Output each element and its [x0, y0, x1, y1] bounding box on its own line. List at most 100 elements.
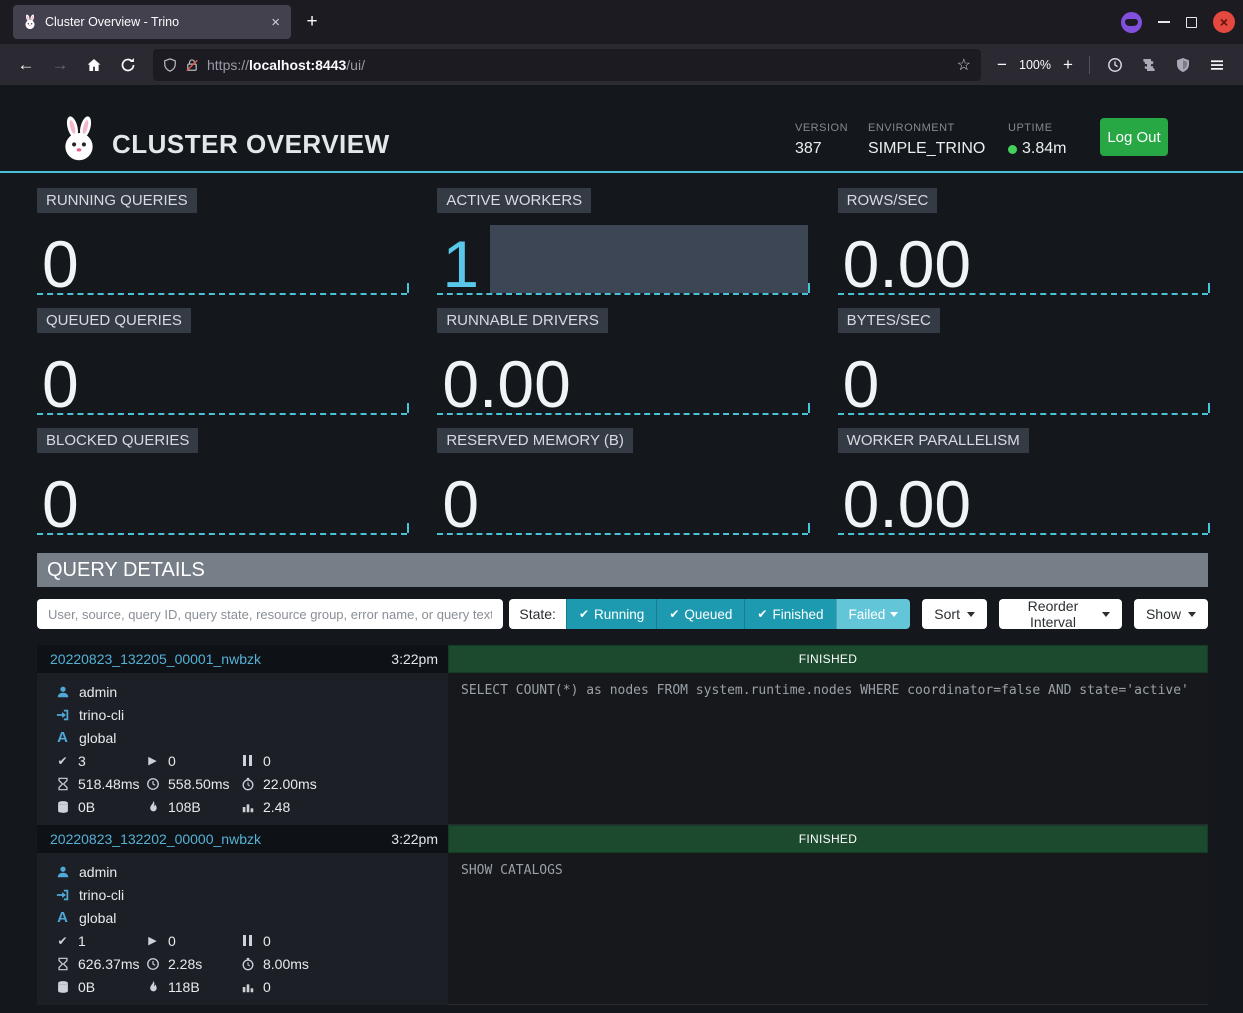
- query-status-bar: FINISHED: [448, 645, 1208, 673]
- query-id-link[interactable]: 20220823_132205_00001_nwbzk: [50, 651, 261, 667]
- query-times-row: 518.48ms 558.50ms: [55, 772, 448, 795]
- menu-hamburger-icon[interactable]: [1201, 50, 1233, 80]
- page-header: CLUSTER OVERVIEW VERSION 387 ENVIRONMENT…: [0, 85, 1243, 173]
- query-resource-group-row: A global: [55, 726, 448, 749]
- source-login-icon: [55, 707, 70, 722]
- url-bar[interactable]: https://localhost:8443/ui/ ☆: [153, 49, 981, 81]
- pause-icon: [243, 755, 252, 766]
- stat-panel-queued-queries: QUEUED QUERIES 0: [37, 308, 407, 415]
- minimize-icon[interactable]: [1158, 21, 1170, 23]
- tab-title: Cluster Overview - Trino: [45, 15, 262, 29]
- flame-icon: [145, 979, 160, 994]
- completed-splits: ✔ 1: [55, 933, 145, 949]
- chevron-down-icon: [967, 612, 975, 617]
- query-id-link[interactable]: 20220823_132202_00000_nwbzk: [50, 831, 261, 847]
- stat-value: 0: [42, 234, 79, 295]
- uptime-status-dot: [1008, 145, 1017, 154]
- pause-icon: [243, 935, 252, 946]
- cumulative-memory-value: 2.48: [263, 799, 290, 815]
- show-label: Show: [1146, 606, 1181, 622]
- running-splits-value: 0: [168, 753, 176, 769]
- wall-time-value: 2.28s: [168, 956, 202, 972]
- query-search-input[interactable]: [37, 599, 503, 629]
- uptime-value: 3.84m: [1022, 140, 1066, 158]
- queued-time-value: 518.48ms: [78, 776, 139, 792]
- stat-panel-rows-sec: ROWS/SEC 0.00: [838, 188, 1208, 295]
- reload-icon[interactable]: [112, 50, 144, 80]
- query-source-row: trino-cli: [55, 883, 448, 906]
- container-tab-icon[interactable]: [1121, 12, 1142, 33]
- filter-finished-button[interactable]: ✔ Finished: [744, 599, 835, 629]
- hourglass-icon: [55, 776, 70, 791]
- stopwatch-icon: [240, 776, 255, 791]
- stat-label: RUNNABLE DRIVERS: [437, 308, 608, 333]
- stat-value: 0: [442, 474, 479, 535]
- queued-splits-value: 0: [263, 933, 271, 949]
- query-toolbar: State: ✔ Running ✔ Queued ✔ Finished Fai…: [37, 599, 1208, 629]
- query-meta-column: admin trino-cli A global: [37, 853, 448, 1005]
- home-icon[interactable]: [78, 50, 110, 80]
- filter-finished-label: Finished: [772, 607, 823, 622]
- database-icon: [55, 979, 70, 994]
- cpu-time-value: 8.00ms: [263, 956, 309, 972]
- reorder-interval-dropdown[interactable]: Reorder Interval: [999, 599, 1122, 629]
- filter-queued-button[interactable]: ✔ Queued: [656, 599, 744, 629]
- stat-panel-worker-parallelism: WORKER PARALLELISM 0.00: [838, 428, 1208, 535]
- new-tab-button[interactable]: +: [297, 7, 327, 37]
- user-icon: [55, 684, 70, 699]
- sort-dropdown[interactable]: Sort: [922, 599, 987, 629]
- current-memory: 0B: [55, 979, 145, 995]
- stat-panel-running-queries: RUNNING QUERIES 0: [37, 188, 407, 295]
- completed-splits-value: 1: [78, 933, 86, 949]
- privacy-shield-icon[interactable]: [1167, 50, 1199, 80]
- grid-icon: [240, 979, 255, 994]
- query-splits-row: ✔ 3 ▶ 0 0: [55, 749, 448, 772]
- window-close-icon[interactable]: ×: [1213, 11, 1235, 33]
- query-user-row: admin: [55, 860, 448, 883]
- wall-time: 558.50ms: [145, 776, 240, 792]
- back-icon[interactable]: ←: [10, 50, 42, 80]
- zoom-out-icon[interactable]: −: [990, 50, 1014, 80]
- forward-icon[interactable]: →: [44, 50, 76, 80]
- history-clock-icon[interactable]: [1099, 50, 1131, 80]
- filter-running-button[interactable]: ✔ Running: [566, 599, 656, 629]
- bookmark-star-icon[interactable]: ☆: [957, 55, 971, 75]
- tab-close-icon[interactable]: ×: [269, 15, 282, 30]
- insecure-lock-icon[interactable]: [185, 58, 199, 72]
- stat-value: 0.00: [442, 354, 570, 415]
- toolbar-separator: [1089, 56, 1090, 74]
- extension-icon[interactable]: [1133, 50, 1165, 80]
- check-icon: ✔: [579, 607, 589, 621]
- stat-label: BLOCKED QUERIES: [37, 428, 198, 453]
- current-memory: 0B: [55, 799, 145, 815]
- restore-icon[interactable]: [1186, 17, 1197, 28]
- clock-icon: [145, 776, 160, 791]
- query-memory-row: 0B 108B: [55, 795, 448, 818]
- query-id-cell: 20220823_132202_00000_nwbzk 3:22pm: [37, 825, 448, 853]
- query-list: 20220823_132205_00001_nwbzk 3:22pm FINIS…: [37, 645, 1208, 1005]
- show-dropdown[interactable]: Show: [1134, 599, 1208, 629]
- tracking-shield-icon[interactable]: [163, 58, 177, 72]
- sparkline-chart: [437, 225, 807, 295]
- sparkline-chart: [37, 225, 407, 295]
- current-memory-value: 0B: [78, 799, 95, 815]
- filter-failed-dropdown[interactable]: Failed: [836, 599, 911, 629]
- running-splits: ▶ 0: [145, 933, 240, 949]
- query-time: 3:22pm: [391, 831, 438, 847]
- zoom-in-icon[interactable]: +: [1056, 50, 1080, 80]
- url-text[interactable]: https://localhost:8443/ui/: [207, 57, 949, 73]
- logout-button[interactable]: Log Out: [1100, 118, 1168, 156]
- stat-value: 0: [42, 474, 79, 535]
- zoom-level[interactable]: 100%: [1016, 58, 1054, 72]
- sort-label: Sort: [934, 606, 960, 622]
- query-header-row: 20220823_132205_00001_nwbzk 3:22pm FINIS…: [37, 645, 1208, 673]
- trino-cluster-overview-page: CLUSTER OVERVIEW VERSION 387 ENVIRONMENT…: [0, 85, 1243, 1013]
- browser-tab[interactable]: Cluster Overview - Trino ×: [13, 5, 291, 39]
- query-status-bar: FINISHED: [448, 825, 1208, 853]
- peak-memory-value: 108B: [168, 799, 201, 815]
- check-icon: ✔: [757, 607, 767, 621]
- queued-time-value: 626.37ms: [78, 956, 139, 972]
- cpu-time-value: 22.00ms: [263, 776, 317, 792]
- version-value: 387: [795, 140, 848, 158]
- play-icon: ▶: [145, 934, 160, 947]
